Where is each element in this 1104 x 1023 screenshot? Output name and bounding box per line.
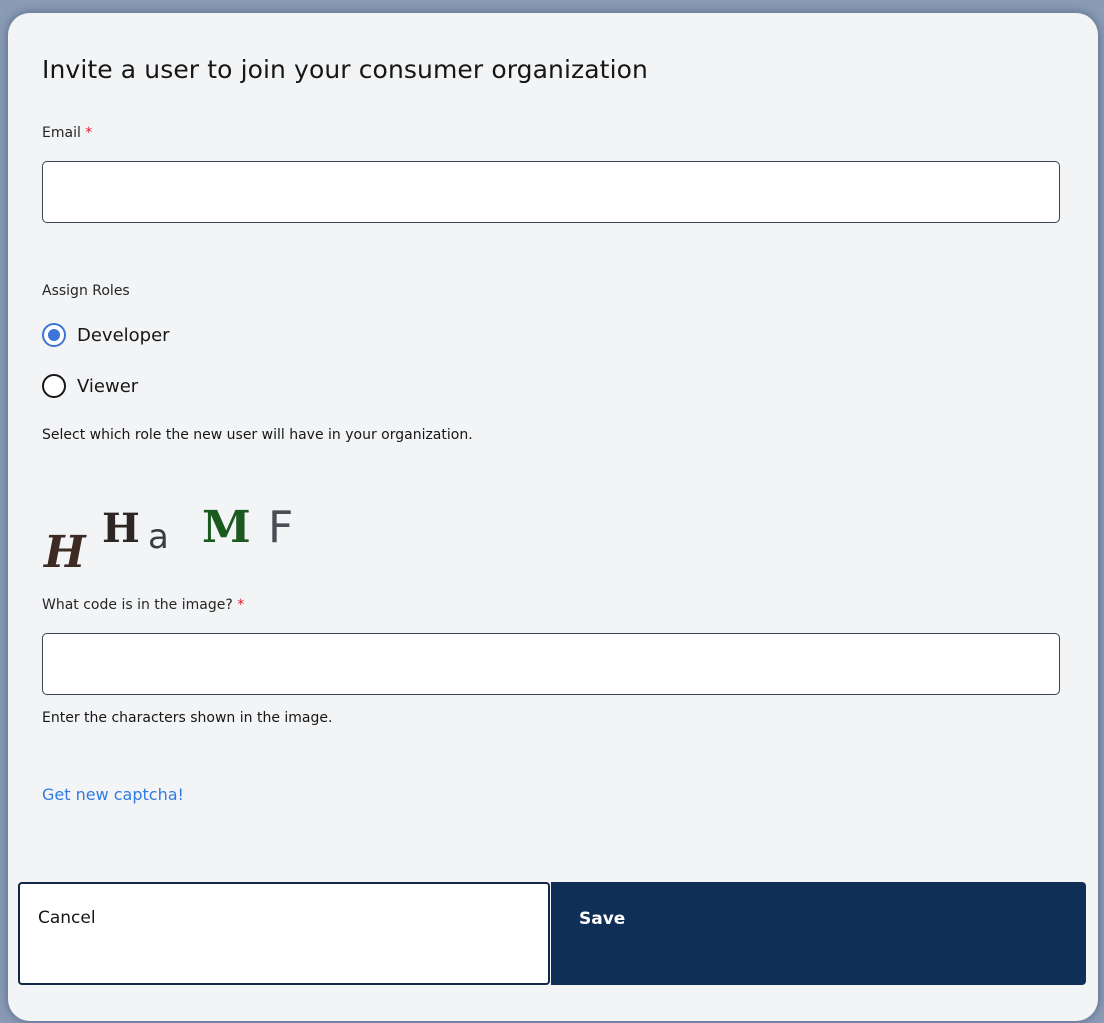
roles-helper-text: Select which role the new user will have… bbox=[42, 427, 473, 443]
role-option-label: Developer bbox=[77, 324, 170, 346]
captcha-label-text: What code is in the image? bbox=[42, 597, 233, 613]
captcha-char: M bbox=[202, 502, 251, 553]
captcha-helper-text: Enter the characters shown in the image. bbox=[42, 710, 333, 726]
save-button-label: Save bbox=[579, 909, 626, 929]
role-option-developer[interactable]: Developer bbox=[42, 323, 170, 347]
invite-user-dialog: Invite a user to join your consumer orga… bbox=[8, 13, 1098, 1021]
captcha-char: a bbox=[148, 517, 169, 557]
email-field[interactable] bbox=[42, 161, 1060, 223]
email-label: Email * bbox=[42, 125, 92, 141]
role-option-viewer[interactable]: Viewer bbox=[42, 374, 138, 398]
get-new-captcha-link[interactable]: Get new captcha! bbox=[42, 785, 184, 804]
captcha-char: H bbox=[44, 527, 86, 578]
cancel-button-label: Cancel bbox=[38, 908, 96, 928]
radio-unchecked-icon[interactable] bbox=[42, 374, 66, 398]
captcha-required-mark: * bbox=[237, 597, 245, 613]
save-button[interactable]: Save bbox=[551, 882, 1086, 985]
role-option-label: Viewer bbox=[77, 375, 139, 397]
captcha-image: H H a M F bbox=[42, 502, 322, 593]
cancel-button[interactable]: Cancel bbox=[18, 882, 550, 985]
email-label-text: Email bbox=[42, 125, 81, 141]
dialog-title: Invite a user to join your consumer orga… bbox=[42, 55, 648, 84]
radio-checked-icon[interactable] bbox=[42, 323, 66, 347]
captcha-label: What code is in the image? * bbox=[42, 597, 244, 613]
captcha-input[interactable] bbox=[42, 633, 1060, 695]
captcha-char: F bbox=[268, 502, 294, 553]
captcha-char: H bbox=[102, 505, 140, 552]
email-required-mark: * bbox=[85, 125, 93, 141]
assign-roles-label: Assign Roles bbox=[42, 283, 130, 299]
